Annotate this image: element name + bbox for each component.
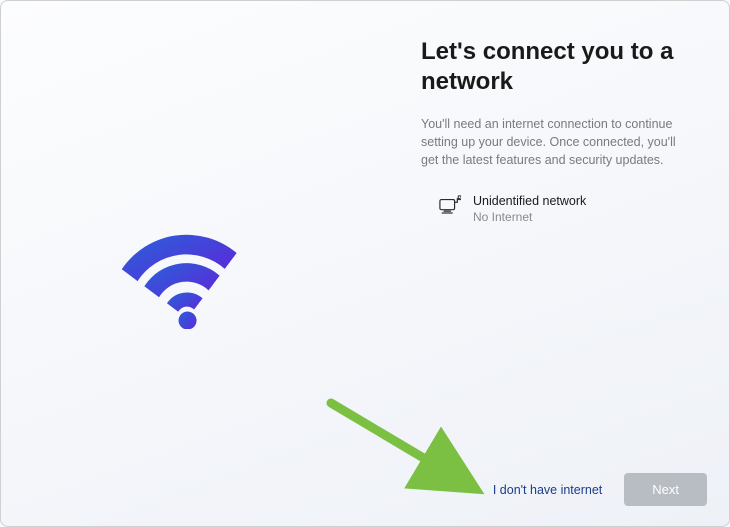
page-title: Let's connect you to a network xyxy=(421,37,701,97)
right-panel: Let's connect you to a network You'll ne… xyxy=(421,37,701,225)
network-text: Unidentified network No Internet xyxy=(473,193,586,225)
next-button[interactable]: Next xyxy=(624,473,707,506)
page-subtitle: You'll need an internet connection to co… xyxy=(421,115,691,169)
bottom-bar: I don't have internet Next xyxy=(493,473,707,506)
left-panel xyxy=(1,1,401,526)
wifi-hero-icon xyxy=(111,219,251,329)
network-item[interactable]: Unidentified network No Internet xyxy=(421,193,701,225)
ethernet-icon xyxy=(439,195,461,215)
network-name: Unidentified network xyxy=(473,193,586,209)
no-internet-link[interactable]: I don't have internet xyxy=(493,483,602,497)
network-status: No Internet xyxy=(473,210,586,226)
oobe-network-screen: Let's connect you to a network You'll ne… xyxy=(0,0,730,527)
